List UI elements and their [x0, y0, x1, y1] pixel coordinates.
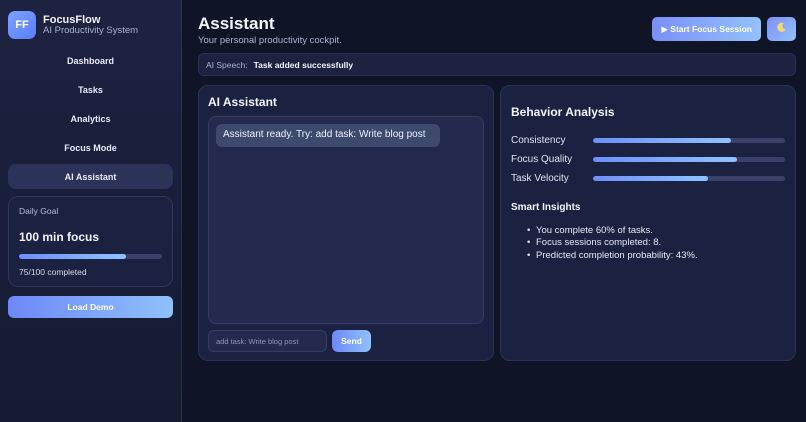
insight-item: You complete 60% of tasks. — [527, 225, 785, 238]
app-root: FF FocusFlow AI Productivity System Dash… — [0, 0, 806, 422]
sidebar: FF FocusFlow AI Productivity System Dash… — [0, 0, 182, 422]
metric-label: Focus Quality — [511, 154, 573, 165]
sidebar-item-tasks[interactable]: Tasks — [8, 77, 173, 102]
smart-insights-title: Smart Insights — [511, 202, 581, 213]
metric-fill — [593, 176, 709, 181]
metric-task-velocity: Task Velocity — [511, 169, 785, 188]
behavior-analysis-title: Behavior Analysis — [511, 105, 615, 119]
daily-goal-label: Daily Goal — [19, 206, 59, 216]
theme-toggle-button[interactable] — [767, 17, 796, 41]
daily-goal-progress-fill — [19, 254, 127, 259]
metric-focus-quality: Focus Quality — [511, 150, 785, 169]
page-header: Assistant Your personal productivity coc… — [198, 14, 342, 46]
brand-logo: FF — [8, 11, 36, 39]
sidebar-item-dashboard[interactable]: Dashboard — [8, 48, 173, 73]
brand-text: FocusFlow AI Productivity System — [43, 14, 138, 37]
brand-name: FocusFlow — [43, 13, 101, 26]
assistant-message: Assistant ready. Try: add task: Write bl… — [216, 124, 440, 147]
moon-icon — [776, 22, 787, 36]
smart-insights-list: You complete 60% of tasks. Focus session… — [527, 225, 785, 262]
brand-subtitle: AI Productivity System — [43, 24, 139, 36]
top-actions: ▶ Start Focus Session — [652, 17, 796, 41]
brand: FF FocusFlow AI Productivity System — [8, 10, 173, 40]
chat-area: Assistant ready. Try: add task: Write bl… — [208, 116, 484, 324]
daily-goal-status: 75/100 completed — [19, 267, 87, 277]
ai-assistant-panel: AI Assistant Assistant ready. Try: add t… — [198, 85, 494, 361]
send-button[interactable]: Send — [332, 330, 371, 352]
daily-goal-value: 100 min focus — [19, 230, 100, 244]
ai-assistant-title: AI Assistant — [208, 95, 277, 109]
ai-speech-bar: AI Speech: Task added successfully — [198, 53, 796, 76]
daily-goal-progress-bar — [19, 254, 162, 259]
ai-speech-message: Task added successfully — [253, 59, 354, 70]
metric-bar — [593, 138, 785, 143]
metric-bar — [593, 176, 785, 181]
sidebar-item-focus-mode[interactable]: Focus Mode — [8, 135, 173, 160]
page-title: Assistant — [198, 14, 275, 33]
main-content: Assistant Your personal productivity coc… — [182, 0, 806, 422]
metric-consistency: Consistency — [511, 131, 785, 150]
sidebar-item-analytics[interactable]: Analytics — [8, 106, 173, 131]
daily-goal-card: Daily Goal 100 min focus 75/100 complete… — [8, 196, 173, 287]
behavior-analysis-panel: Behavior Analysis Consistency Focus Qual… — [500, 85, 796, 361]
chat-input[interactable] — [208, 330, 327, 352]
metrics-list: Consistency Focus Quality Task Velocity — [511, 131, 785, 188]
metric-fill — [593, 157, 737, 162]
metric-label: Task Velocity — [511, 173, 569, 184]
ai-speech-label: AI Speech: — [206, 59, 248, 70]
metric-bar — [593, 157, 785, 162]
metric-fill — [593, 138, 732, 143]
sidebar-nav: Dashboard Tasks Analytics Focus Mode AI … — [8, 48, 173, 189]
insight-item: Predicted completion probability: 43%. — [527, 250, 785, 263]
start-focus-session-button[interactable]: ▶ Start Focus Session — [652, 17, 761, 41]
insight-item: Focus sessions completed: 8. — [527, 237, 785, 250]
page-subtitle: Your personal productivity cockpit. — [198, 35, 342, 46]
load-demo-button[interactable]: Load Demo — [8, 296, 173, 318]
metric-label: Consistency — [511, 135, 566, 146]
chat-input-row: Send — [208, 330, 484, 352]
sidebar-item-ai-assistant[interactable]: AI Assistant — [8, 164, 173, 189]
